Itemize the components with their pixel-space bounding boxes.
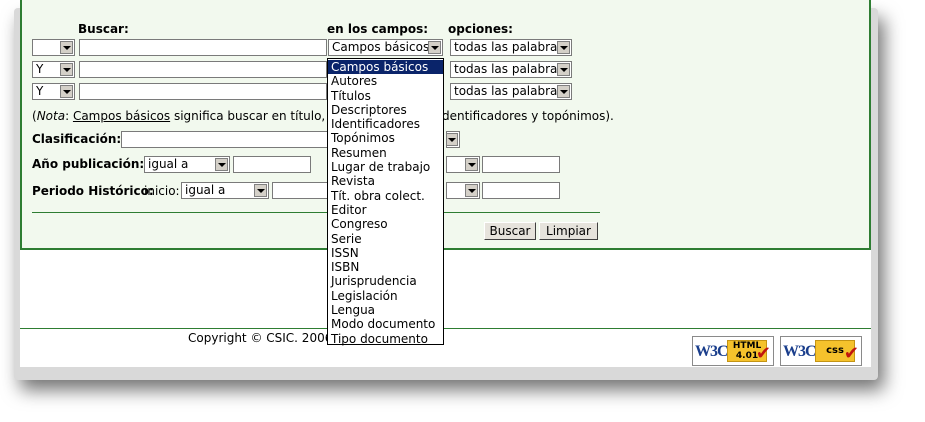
search-note: (Nota: Campos básicos significa buscar e… (32, 109, 347, 123)
dropdown-option[interactable]: Autores (328, 74, 443, 88)
anio-operator-select[interactable]: igual a (144, 156, 230, 173)
w3c-logo: W3C (695, 343, 729, 360)
anio-value-input[interactable] (233, 156, 311, 173)
row2-operator-select[interactable]: Y (32, 61, 75, 78)
dropdown-option[interactable]: Jurisprudencia (328, 274, 443, 288)
clasificacion-select-edge[interactable] (446, 131, 460, 148)
row3-operator-select[interactable]: Y (32, 83, 75, 100)
note-campos-basicos-link[interactable]: Campos básicos (73, 109, 170, 123)
dropdown-option[interactable]: ISBN (328, 260, 443, 274)
dropdown-option[interactable]: Descriptores (328, 103, 443, 117)
clasificacion-label: Clasificación: (32, 132, 122, 146)
chevron-down-icon (465, 158, 478, 171)
footer-divider (20, 328, 871, 329)
dropdown-option[interactable]: Tít. obra colect. (328, 189, 443, 203)
w3c-css-badge[interactable]: W3C css ✔ (780, 336, 862, 366)
periodo-inicio-input[interactable] (272, 182, 329, 199)
chevron-down-icon (557, 63, 570, 76)
form-divider (32, 212, 600, 213)
dropdown-option[interactable]: Serie (328, 232, 443, 246)
dropdown-option[interactable]: ISSN (328, 246, 443, 260)
dropdown-option[interactable]: Tipo documento (328, 332, 443, 346)
row2-option-value: todas las palabras (454, 62, 564, 76)
search-form-panel: Buscar: en los campos: opciones: Campos … (20, 0, 871, 250)
buscar-button[interactable]: Buscar (484, 222, 536, 240)
dropdown-option[interactable]: Congreso (328, 217, 443, 231)
chevron-down-icon (60, 63, 73, 76)
html-tag-line2: 4.01 (735, 351, 759, 361)
row3-operator-value: Y (36, 84, 44, 98)
row1-operator-select[interactable] (32, 39, 75, 56)
periodo-operator-select[interactable]: igual a (181, 182, 269, 199)
row1-field-value: Campos básicos (332, 40, 430, 54)
periodo-inicio-label: inicio: (144, 184, 180, 198)
w3c-logo: W3C (783, 343, 817, 360)
row1-option-select[interactable]: todas las palabras (450, 39, 572, 56)
note-label: Nota (36, 109, 66, 123)
field-dropdown-list[interactable]: Campos básicos Autores Títulos Descriptores… (327, 58, 444, 346)
row3-search-input[interactable] (79, 83, 327, 100)
dropdown-option[interactable]: Campos básicos (328, 60, 443, 75)
dropdown-option[interactable]: Resumen (328, 146, 443, 160)
header-campos: en los campos: (327, 22, 429, 36)
note-text-end: dentificadores y topónimos). (442, 109, 614, 123)
periodo-operator2-select[interactable] (446, 182, 480, 199)
row1-field-select[interactable]: Campos básicos (328, 39, 443, 56)
row3-option-value: todas las palabras (454, 84, 564, 98)
chevron-down-icon (215, 158, 228, 171)
note-colon: : (65, 109, 73, 123)
anio-label: Año publicación: (32, 157, 145, 171)
periodo-label: Periodo Histórico: (32, 184, 154, 198)
dropdown-option[interactable]: Títulos (328, 89, 443, 103)
dropdown-option[interactable]: Topónimos (328, 131, 443, 145)
row2-option-select[interactable]: todas las palabras (450, 61, 572, 78)
dropdown-option[interactable]: Editor (328, 203, 443, 217)
anio-operator2-select[interactable] (446, 156, 480, 173)
row1-option-value: todas las palabras (454, 40, 564, 54)
checkmark-icon: ✔ (755, 343, 771, 364)
periodo-fin-input[interactable] (482, 182, 560, 199)
chevron-down-icon (557, 41, 570, 54)
dropdown-option[interactable]: Revista (328, 174, 443, 188)
dropdown-option[interactable]: Identificadores (328, 117, 443, 131)
dropdown-option[interactable]: Lengua (328, 303, 443, 317)
copyright-text: Copyright © CSIC. 2006 (188, 331, 333, 345)
dropdown-option[interactable]: Modo documento (328, 317, 443, 331)
header-buscar: Buscar: (78, 22, 129, 36)
row2-operator-value: Y (36, 62, 44, 76)
chevron-down-icon (254, 184, 267, 197)
note-text: significa buscar en título, res (170, 109, 348, 123)
dropdown-option[interactable]: Lugar de trabajo (328, 160, 443, 174)
limpiar-button[interactable]: Limpiar (539, 222, 598, 240)
row3-option-select[interactable]: todas las palabras (450, 83, 572, 100)
header-opciones: opciones: (448, 22, 513, 36)
chevron-down-icon (557, 85, 570, 98)
periodo-operator-value: igual a (185, 183, 226, 197)
row1-search-input[interactable] (79, 39, 327, 56)
chevron-down-icon (447, 133, 458, 146)
chevron-down-icon (60, 85, 73, 98)
chevron-down-icon (60, 41, 73, 54)
anio-operator-value: igual a (148, 157, 189, 171)
row2-search-input[interactable] (79, 61, 327, 78)
anio-value2-input[interactable] (482, 156, 560, 173)
clasificacion-select[interactable] (121, 131, 329, 148)
chevron-down-icon (465, 184, 478, 197)
checkmark-icon: ✔ (843, 343, 859, 364)
w3c-html-badge[interactable]: W3C HTML 4.01 ✔ (692, 336, 774, 366)
dropdown-option[interactable]: Legislación (328, 289, 443, 303)
search-page: Buscar: en los campos: opciones: Campos … (20, 0, 871, 367)
chevron-down-icon (428, 41, 441, 54)
